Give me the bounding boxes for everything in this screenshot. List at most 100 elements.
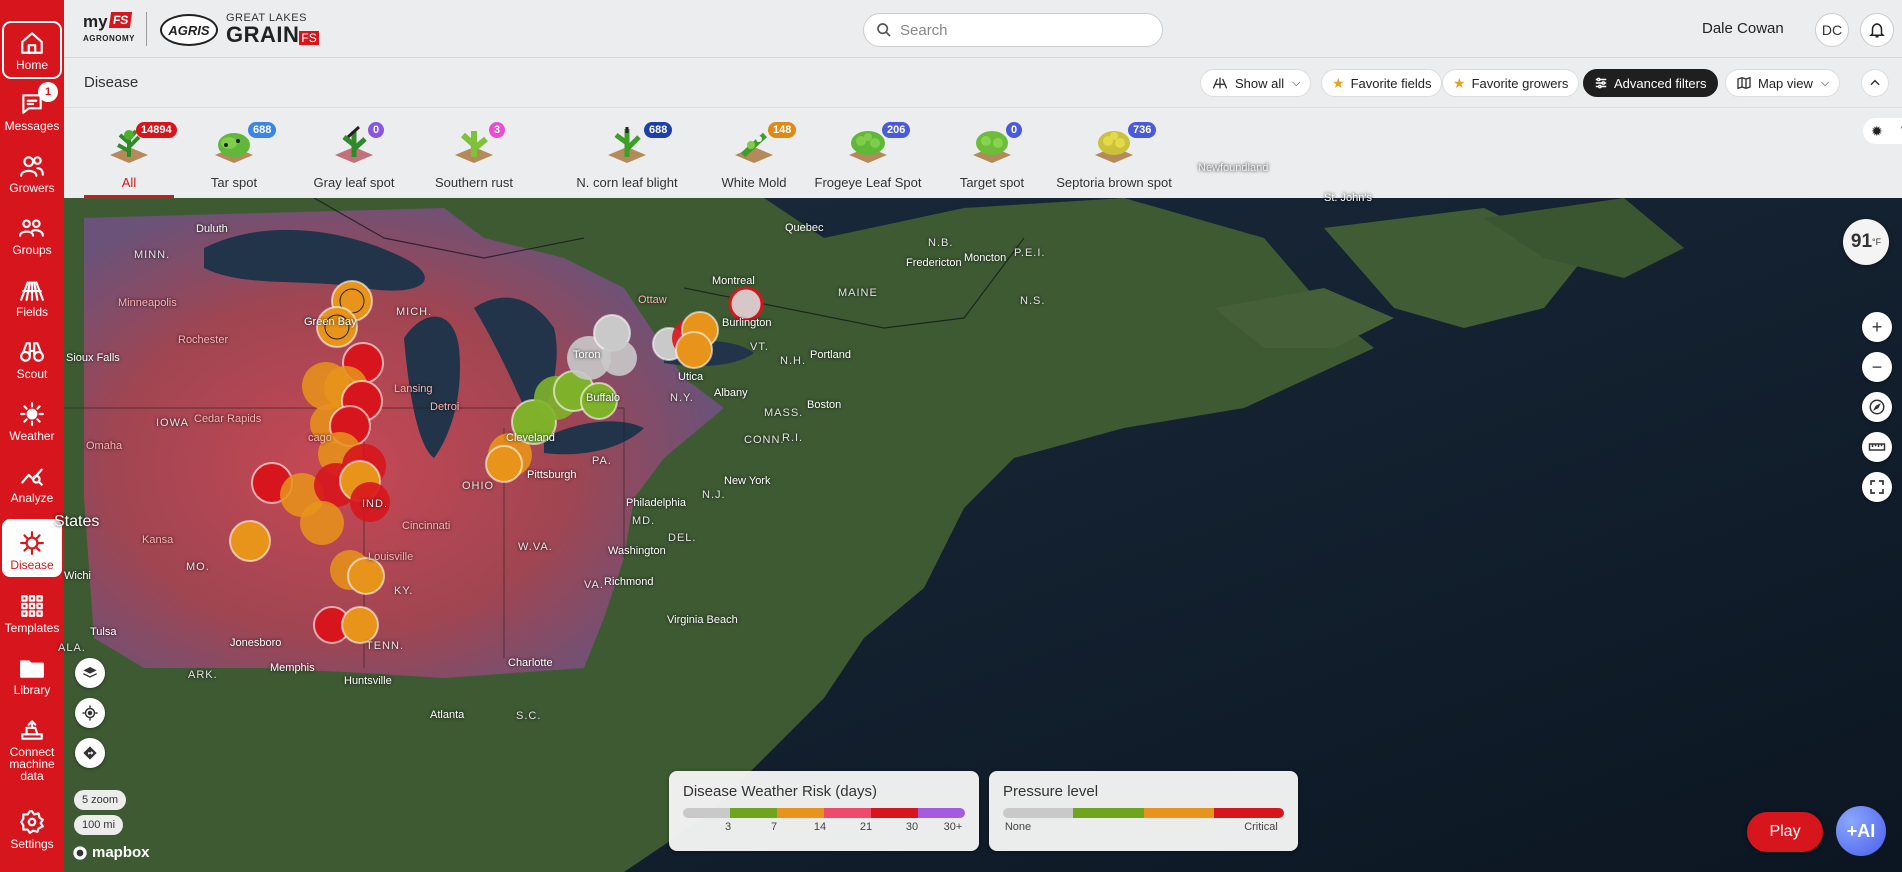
fullscreen-button[interactable] xyxy=(1862,472,1892,502)
map-label-jonesboro: Jonesboro xyxy=(230,637,282,649)
map-label-tulsa: Tulsa xyxy=(90,626,117,638)
nav-label: Weather xyxy=(9,429,55,443)
nav-connect-machine-data[interactable]: Connect machine data xyxy=(2,706,62,788)
zoom-in-button[interactable]: + xyxy=(1862,312,1892,342)
map-label-va: VA. xyxy=(584,579,604,591)
search-box[interactable] xyxy=(863,13,1163,47)
tab-count-badge: 0 xyxy=(368,122,385,138)
nav-growers[interactable]: Growers xyxy=(2,142,62,200)
tab-all[interactable]: 14894 All xyxy=(84,108,177,198)
map-label-quebec: Quebec xyxy=(785,222,824,234)
tab-septoria-brown-spot[interactable]: 736 Septoria brown spot xyxy=(1044,108,1184,198)
favorite-fields-button[interactable]: ★ Favorite fields xyxy=(1321,69,1443,97)
nav-settings[interactable]: Settings xyxy=(2,798,62,856)
nav-label: Library xyxy=(13,683,51,697)
tab-count-badge: 14894 xyxy=(136,122,177,138)
tab-label: Gray leaf spot xyxy=(313,175,395,190)
nav-home[interactable]: Home xyxy=(2,21,62,79)
tab-target-spot[interactable]: 0 Target spot xyxy=(942,108,1042,198)
grid-icon xyxy=(21,595,43,617)
show-all-dropdown[interactable]: Show all ⌵ xyxy=(1200,69,1312,97)
tab-label: Tar spot xyxy=(210,175,258,190)
map-label-duluth: Duluth xyxy=(196,223,228,235)
nav-label: Messages xyxy=(4,119,60,133)
tab-count-badge: 0 xyxy=(1006,122,1023,138)
map-label-chicago: cago xyxy=(308,432,332,444)
nav-weather[interactable]: Weather xyxy=(2,390,62,448)
collapse-button[interactable] xyxy=(1861,69,1889,97)
mapbox-attribution: mapbox xyxy=(92,844,150,861)
advanced-filters-button[interactable]: Advanced filters xyxy=(1583,69,1718,97)
marker-cluster[interactable] xyxy=(229,280,764,644)
advanced-filters-label: Advanced filters xyxy=(1614,75,1707,91)
analyze-icon xyxy=(21,468,43,486)
locate-button[interactable] xyxy=(75,698,105,728)
tab-n-corn-leaf-blight[interactable]: 688 N. corn leaf blight xyxy=(562,108,692,198)
play-button[interactable]: Play xyxy=(1747,812,1823,852)
nav-label: Groups xyxy=(12,243,52,257)
nav-library[interactable]: Library xyxy=(2,644,62,702)
directions-button[interactable] xyxy=(75,738,105,768)
map-label-ns: N.S. xyxy=(1020,295,1046,307)
layers-icon xyxy=(83,667,97,678)
search-input[interactable] xyxy=(900,21,1140,39)
crop-icon xyxy=(1212,77,1228,89)
risk-tick: 30+ xyxy=(943,821,963,833)
ruler-icon xyxy=(1868,443,1886,451)
risk-tick: 30 xyxy=(905,821,919,833)
measure-button[interactable] xyxy=(1862,432,1892,462)
messages-badge: 1 xyxy=(38,82,58,102)
avatar[interactable]: DC xyxy=(1815,13,1849,47)
folder-icon xyxy=(20,660,44,678)
tab-southern-rust[interactable]: 3 Southern rust xyxy=(419,108,529,198)
chevron-down-icon: ⌵ xyxy=(1820,76,1830,89)
map-label-ky: KY. xyxy=(394,585,414,597)
logo-my: my xyxy=(83,12,108,31)
tab-count-badge: 206 xyxy=(882,122,911,138)
nav-label: Scout xyxy=(16,367,48,381)
pressure-max-label: Critical xyxy=(1244,821,1278,833)
sliders-icon xyxy=(1595,77,1607,89)
map-label-wva: W.VA. xyxy=(518,541,553,553)
disease-markers[interactable] xyxy=(64,198,1902,872)
page-title: Disease xyxy=(84,74,139,91)
notifications-button[interactable] xyxy=(1860,13,1894,47)
temperature-badge[interactable]: 91 °F xyxy=(1843,219,1889,265)
tab-tar-spot[interactable]: 688 Tar spot xyxy=(184,108,284,198)
mapbox-logo[interactable]: mapbox xyxy=(72,844,150,861)
favorite-growers-button[interactable]: ★ Favorite growers xyxy=(1442,69,1580,97)
logo-fs-small: FS xyxy=(299,30,319,45)
crosshair-icon xyxy=(82,705,98,721)
nav-disease[interactable]: Disease xyxy=(2,519,62,577)
map-view-dropdown[interactable]: Map view ⌵ xyxy=(1725,69,1841,97)
disease-tools[interactable]: ✹ xyxy=(1863,118,1902,144)
nav-scout[interactable]: Scout xyxy=(2,328,62,386)
nav-groups[interactable]: Groups xyxy=(2,204,62,262)
nav-templates[interactable]: Templates xyxy=(2,582,62,640)
gear-icon xyxy=(20,810,44,834)
map-label-sc: S.C. xyxy=(516,710,542,722)
layers-button[interactable] xyxy=(75,658,105,688)
tab-gray-leaf-spot[interactable]: 0 Gray leaf spot xyxy=(294,108,414,198)
zoom-level-chip: 5 zoom xyxy=(74,790,127,810)
star-icon: ★ xyxy=(1332,74,1345,91)
zoom-out-button[interactable]: − xyxy=(1862,352,1892,382)
tab-white-mold[interactable]: 148 White Mold xyxy=(704,108,804,198)
map-label-maine: MAINE xyxy=(838,287,878,299)
chevron-down-icon: ⌵ xyxy=(1292,76,1301,89)
tractor-icon xyxy=(21,720,43,740)
plus-icon: + xyxy=(1871,316,1883,337)
map-label-iowa: IOWA xyxy=(156,417,189,429)
nav-messages[interactable]: 1 Messages xyxy=(2,80,62,138)
tab-frogeye-leaf-spot[interactable]: 206 Frogeye Leaf Spot xyxy=(810,108,926,198)
compass-button[interactable] xyxy=(1862,392,1892,422)
map-label-fredericton: Fredericton xyxy=(906,257,962,269)
binoculars-icon xyxy=(20,342,44,362)
map-view-label: Map view xyxy=(1758,75,1813,91)
nav-analyze[interactable]: Analyze xyxy=(2,452,62,510)
nav-fields[interactable]: Fields xyxy=(2,266,62,324)
myfs-logo[interactable]: my FS AGRONOMY xyxy=(83,12,139,48)
ai-button[interactable]: +AI xyxy=(1836,806,1886,856)
virus-icon[interactable]: ✹ xyxy=(1871,123,1883,140)
map[interactable] xyxy=(64,198,1902,872)
